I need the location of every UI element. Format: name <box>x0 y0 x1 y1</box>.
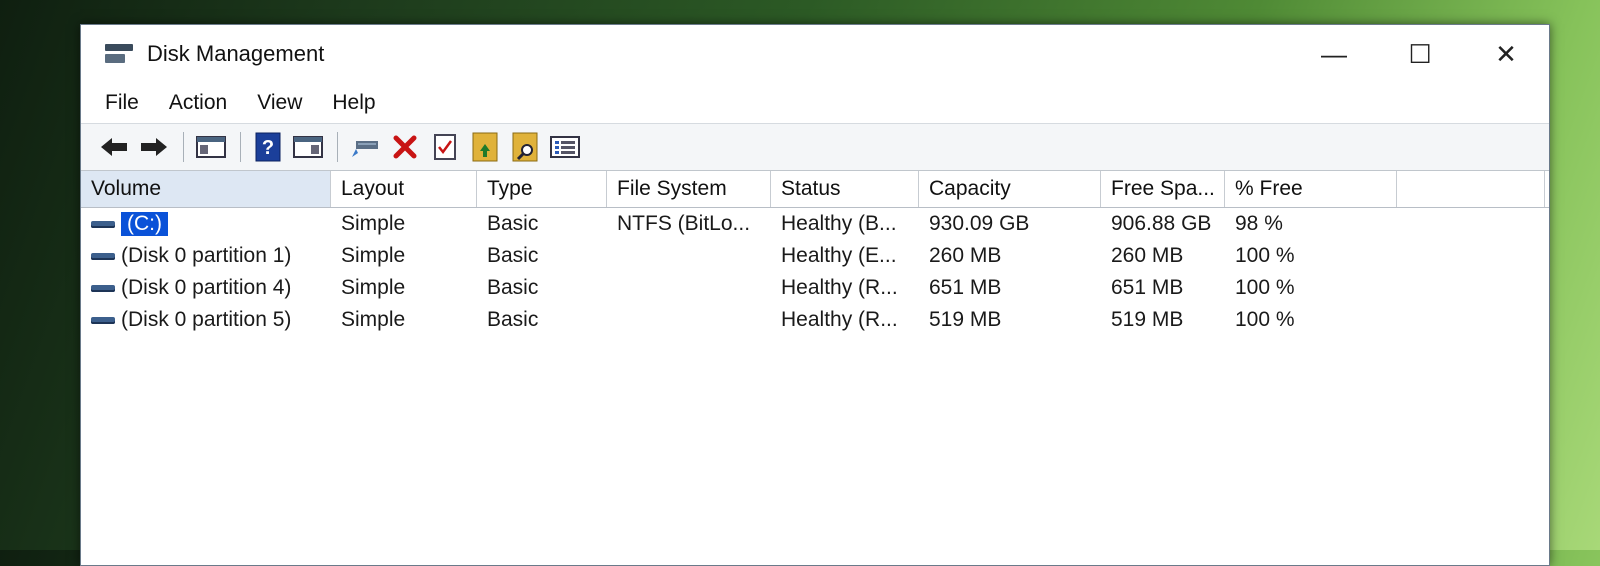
type-cell: Basic <box>487 308 539 331</box>
column-header-empty <box>1397 171 1545 207</box>
connect-icon[interactable] <box>346 129 384 165</box>
table-row[interactable]: (Disk 0 partition 1) Simple Basic Health… <box>81 240 1549 272</box>
layout-cell: Simple <box>341 244 406 267</box>
back-icon[interactable] <box>95 129 133 165</box>
toolbar: ? <box>81 123 1549 171</box>
free-space-cell: 260 MB <box>1111 244 1184 267</box>
list-view-icon[interactable] <box>546 129 584 165</box>
status-cell: Healthy (R... <box>781 308 898 331</box>
layout-cell: Simple <box>341 212 406 235</box>
percent-free-cell: 100 % <box>1235 276 1295 299</box>
column-header-row: Volume Layout Type File System Status Ca… <box>81 171 1549 208</box>
delete-icon[interactable] <box>386 129 424 165</box>
column-header-volume[interactable]: Volume <box>81 171 331 207</box>
menu-view[interactable]: View <box>257 91 302 115</box>
table-row[interactable]: (C:) Simple Basic NTFS (BitLo... Healthy… <box>81 208 1549 240</box>
volume-icon <box>91 284 115 292</box>
column-header-free-space[interactable]: Free Spa... <box>1101 171 1225 207</box>
type-cell: Basic <box>487 244 539 267</box>
volume-name: (Disk 0 partition 4) <box>121 276 292 299</box>
capacity-cell: 930.09 GB <box>929 212 1030 235</box>
capacity-cell: 260 MB <box>929 244 1002 267</box>
status-cell: Healthy (B... <box>781 212 897 235</box>
status-cell: Healthy (R... <box>781 276 898 299</box>
console-tree-icon[interactable] <box>192 129 230 165</box>
percent-free-cell: 98 % <box>1235 212 1283 235</box>
window-title: Disk Management <box>147 41 325 66</box>
menu-help[interactable]: Help <box>332 91 375 115</box>
free-space-cell: 906.88 GB <box>1111 212 1212 235</box>
table-row[interactable]: (Disk 0 partition 4) Simple Basic Health… <box>81 272 1549 304</box>
type-cell: Basic <box>487 212 539 235</box>
close-button[interactable]: ✕ <box>1463 25 1549 83</box>
forward-icon[interactable] <box>135 129 173 165</box>
volume-cell: (C:) <box>81 212 331 236</box>
folder-search-icon[interactable] <box>506 129 544 165</box>
toolbar-separator <box>183 132 184 162</box>
svg-text:?: ? <box>262 137 274 159</box>
maximize-button[interactable]: ☐ <box>1377 25 1463 83</box>
status-cell: Healthy (E... <box>781 244 897 267</box>
column-header-status[interactable]: Status <box>771 171 919 207</box>
properties-icon[interactable] <box>426 129 464 165</box>
volume-cell: (Disk 0 partition 4) <box>81 276 331 300</box>
volume-icon <box>91 316 115 324</box>
layout-cell: Simple <box>341 276 406 299</box>
minimize-button[interactable]: — <box>1291 25 1377 83</box>
percent-free-cell: 100 % <box>1235 308 1295 331</box>
disk-management-app-icon <box>103 42 135 66</box>
toolbar-separator <box>337 132 338 162</box>
menu-action[interactable]: Action <box>169 91 227 115</box>
volume-list: Volume Layout Type File System Status Ca… <box>81 171 1549 336</box>
help-icon[interactable]: ? <box>249 129 287 165</box>
disk-management-window: Disk Management — ☐ ✕ File Action View H… <box>80 24 1550 566</box>
type-cell: Basic <box>487 276 539 299</box>
volume-name: (Disk 0 partition 1) <box>121 244 292 267</box>
menu-file[interactable]: File <box>105 91 139 115</box>
volume-name: (C:) <box>121 212 168 236</box>
volume-cell: (Disk 0 partition 5) <box>81 308 331 332</box>
column-header-percent-free[interactable]: % Free <box>1225 171 1397 207</box>
column-header-file-system[interactable]: File System <box>607 171 771 207</box>
volume-cell: (Disk 0 partition 1) <box>81 244 331 268</box>
action-pane-icon[interactable] <box>289 129 327 165</box>
title-bar[interactable]: Disk Management — ☐ ✕ <box>81 25 1549 83</box>
volume-name: (Disk 0 partition 5) <box>121 308 292 331</box>
folder-up-icon[interactable] <box>466 129 504 165</box>
column-header-layout[interactable]: Layout <box>331 171 477 207</box>
toolbar-separator <box>240 132 241 162</box>
file-system-cell: NTFS (BitLo... <box>617 212 751 235</box>
column-header-type[interactable]: Type <box>477 171 607 207</box>
menu-bar: File Action View Help <box>81 83 1549 123</box>
capacity-cell: 651 MB <box>929 276 1002 299</box>
volume-icon <box>91 252 115 260</box>
column-header-capacity[interactable]: Capacity <box>919 171 1101 207</box>
free-space-cell: 651 MB <box>1111 276 1184 299</box>
free-space-cell: 519 MB <box>1111 308 1184 331</box>
capacity-cell: 519 MB <box>929 308 1002 331</box>
layout-cell: Simple <box>341 308 406 331</box>
percent-free-cell: 100 % <box>1235 244 1295 267</box>
volume-icon <box>91 220 115 228</box>
table-row[interactable]: (Disk 0 partition 5) Simple Basic Health… <box>81 304 1549 336</box>
